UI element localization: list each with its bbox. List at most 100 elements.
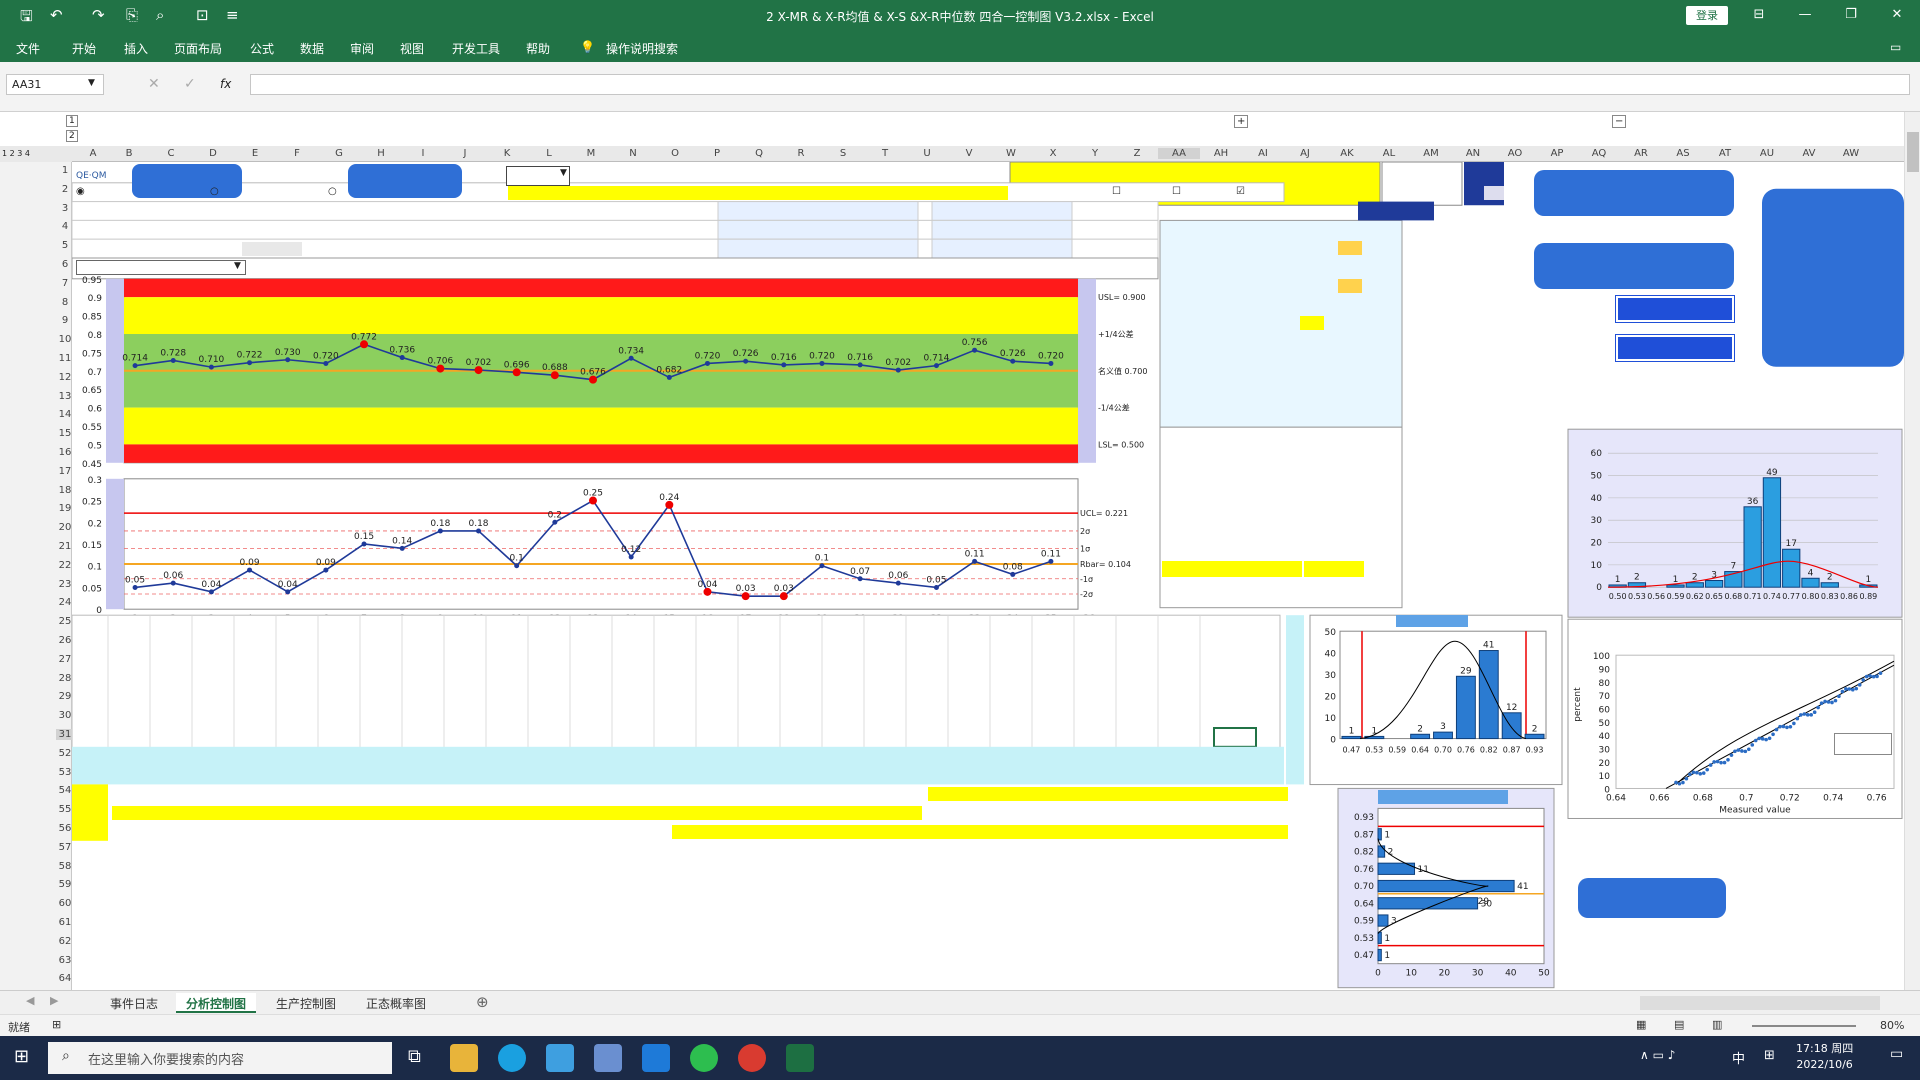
tell-me-search[interactable]: 操作说明搜索	[606, 40, 678, 57]
custom-r[interactable]	[1406, 410, 1430, 424]
sample-cell[interactable]	[360, 711, 402, 725]
radio-upper-only[interactable]: ○	[328, 186, 342, 200]
tab-scroll-right-icon[interactable]: ▶	[50, 994, 58, 1007]
sample-cell[interactable]	[528, 711, 570, 725]
insert-function-icon[interactable]: fx	[220, 77, 231, 91]
sample-cell[interactable]	[444, 692, 486, 706]
sample-cell[interactable]	[444, 711, 486, 725]
outline-levels[interactable]: 1 2 3 4	[0, 146, 72, 162]
sample-cell[interactable]	[234, 692, 276, 706]
sample-cell[interactable]	[1116, 730, 1158, 744]
tab-review[interactable]: 审阅	[350, 40, 374, 57]
sample-cell[interactable]	[108, 655, 150, 669]
sample-cell[interactable]	[276, 692, 318, 706]
sample-cell[interactable]	[906, 692, 948, 706]
sample-cell[interactable]	[528, 730, 570, 744]
time-cell[interactable]	[570, 618, 612, 632]
sample-cell[interactable]	[654, 730, 696, 744]
time-cell[interactable]	[318, 618, 360, 632]
language-dropdown-icon[interactable]: ▼	[560, 168, 570, 182]
column-header[interactable]: AW	[1830, 148, 1872, 159]
sample-cell[interactable]	[612, 655, 654, 669]
sample-cell[interactable]	[192, 674, 234, 688]
custom-r[interactable]	[1406, 335, 1430, 349]
sample-cell[interactable]	[822, 730, 864, 744]
column-header[interactable]: AU	[1746, 148, 1788, 159]
sample-cell[interactable]	[318, 711, 360, 725]
sample-cell[interactable]	[780, 692, 822, 706]
sample-cell[interactable]	[906, 655, 948, 669]
column-header[interactable]: M	[570, 148, 612, 159]
sample-cell[interactable]	[318, 730, 360, 744]
sample-cell[interactable]	[150, 692, 192, 706]
windows-start-icon[interactable]: ⊞	[14, 1046, 29, 1067]
sample-cell[interactable]	[486, 730, 528, 744]
sample-cell[interactable]	[234, 655, 276, 669]
outline-level-2[interactable]: 2	[66, 130, 78, 142]
sample-cell[interactable]	[108, 730, 150, 744]
sample-cell[interactable]	[1116, 692, 1158, 706]
column-header[interactable]: AL	[1368, 148, 1410, 159]
column-header[interactable]: U	[906, 148, 948, 159]
sample-cell[interactable]	[612, 730, 654, 744]
file-explorer-icon[interactable]	[450, 1044, 478, 1072]
sheet-tab-event-log[interactable]: 事件日志	[100, 993, 168, 1013]
namebox-dropdown-icon[interactable]: ▼	[88, 78, 95, 88]
tab-view[interactable]: 视图	[400, 40, 424, 57]
task-view-icon[interactable]: ⧉	[408, 1046, 421, 1067]
cancel-icon[interactable]: ✕	[148, 76, 160, 92]
zoom-slider[interactable]	[1752, 1025, 1856, 1027]
sample-cell[interactable]	[906, 730, 948, 744]
sample-cell[interactable]	[570, 692, 612, 706]
custom-x[interactable]	[1368, 298, 1392, 312]
tab-file[interactable]: 文件	[16, 40, 40, 57]
sample-cell[interactable]	[696, 711, 738, 725]
custom-x[interactable]	[1368, 316, 1392, 330]
column-header[interactable]: I	[402, 148, 444, 159]
time-cell[interactable]	[360, 618, 402, 632]
sample-cell[interactable]	[360, 655, 402, 669]
add-sheet-icon[interactable]: ⊕	[476, 993, 489, 1011]
sample-cell[interactable]	[1074, 655, 1116, 669]
custom-x[interactable]	[1368, 392, 1392, 406]
custom-r[interactable]	[1406, 298, 1430, 312]
horizontal-scrollbar[interactable]	[1640, 996, 1880, 1010]
time-cell[interactable]	[486, 618, 528, 632]
column-header[interactable]: AM	[1410, 148, 1452, 159]
sample-cell[interactable]	[780, 730, 822, 744]
sample-cell[interactable]	[570, 711, 612, 725]
radio-lower-only[interactable]: ○	[210, 186, 224, 200]
sample-cell[interactable]	[234, 674, 276, 688]
wechat-icon[interactable]	[690, 1044, 718, 1072]
close-button[interactable]: ✕	[1882, 7, 1912, 22]
sample-cell[interactable]	[738, 674, 780, 688]
tab-developer[interactable]: 开发工具	[452, 40, 500, 57]
tab-help[interactable]: 帮助	[526, 40, 550, 57]
sample-cell[interactable]	[486, 711, 528, 725]
custom-x[interactable]	[1368, 241, 1392, 255]
page-break-icon[interactable]: ▥	[1712, 1018, 1722, 1031]
sample-cell[interactable]	[612, 692, 654, 706]
sample-cell[interactable]	[948, 730, 990, 744]
scroll-thumb[interactable]	[1907, 132, 1919, 172]
column-header[interactable]: D	[192, 148, 234, 159]
ime-mode-icon[interactable]: ⊞	[1764, 1048, 1775, 1063]
expand-group-icon[interactable]: +	[1234, 115, 1249, 128]
sample-cell[interactable]	[486, 655, 528, 669]
sample-cell[interactable]	[318, 692, 360, 706]
custom-r[interactable]	[1406, 354, 1430, 368]
sample-cell[interactable]	[696, 692, 738, 706]
sample-cell[interactable]	[360, 674, 402, 688]
sample-cell[interactable]	[108, 711, 150, 725]
sample-cell[interactable]	[738, 730, 780, 744]
sample-cell[interactable]	[402, 711, 444, 725]
column-header[interactable]: P	[696, 148, 738, 159]
sample-cell[interactable]	[318, 655, 360, 669]
custom-r[interactable]	[1406, 279, 1430, 293]
column-header[interactable]: AR	[1620, 148, 1662, 159]
time-cell[interactable]	[192, 618, 234, 632]
sample-cell[interactable]	[864, 730, 906, 744]
sample-cell[interactable]	[150, 674, 192, 688]
ribbon-display-icon[interactable]: ⊟	[1744, 7, 1774, 22]
sample-cell[interactable]	[948, 692, 990, 706]
